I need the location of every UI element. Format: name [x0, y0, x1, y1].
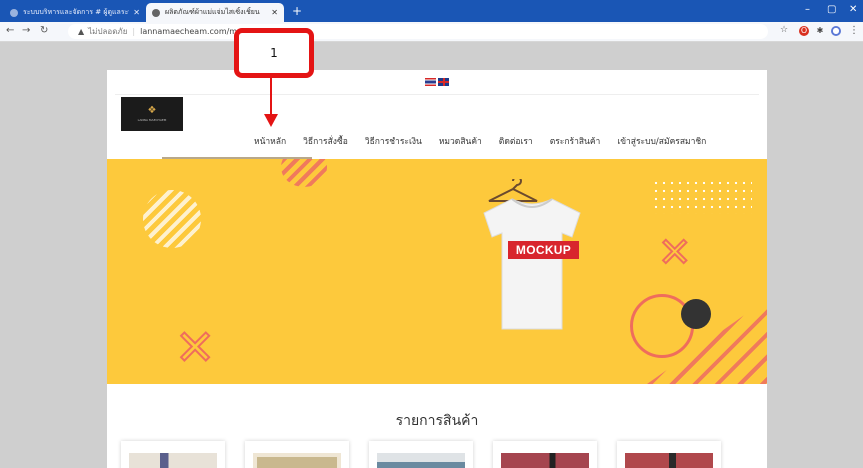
logo-text: LANNA MAECHAEM	[137, 118, 167, 122]
product-card[interactable]	[121, 441, 225, 468]
back-icon[interactable]: ←	[6, 25, 14, 36]
header-divider	[115, 94, 759, 95]
product-thumbnail	[625, 453, 713, 468]
site-favicon-icon	[10, 8, 18, 17]
product-thumbnail	[377, 453, 465, 468]
cross-decoration-icon: ✕	[657, 230, 692, 276]
close-window-button[interactable]: ✕	[849, 4, 857, 15]
main-menu: หน้าหลัก วิธีการสั่งซื้อ วิธีการชำระเงิน…	[254, 134, 706, 148]
warning-icon: ▲	[78, 27, 85, 36]
forward-icon[interactable]: →	[22, 25, 30, 36]
close-tab-icon[interactable]: ✕	[271, 8, 278, 17]
menu-dots-icon[interactable]: ⋮	[849, 25, 859, 36]
striped-circle-decoration	[143, 190, 201, 248]
address-bar[interactable]: ▲ ไม่ปลอดภัย | lannamaecheam.com/main	[68, 24, 768, 39]
address-bar-row: ← → ↻ ▲ ไม่ปลอดภัย | lannamaecheam.com/m…	[0, 22, 863, 42]
website-page: ❖ LANNA MAECHAEM หน้าหลัก วิธีการสั่งซื้…	[107, 70, 767, 468]
minimize-button[interactable]: –	[805, 4, 810, 15]
product-card[interactable]	[245, 441, 349, 468]
logo-mark-icon: ❖	[147, 105, 157, 116]
menu-item-categories[interactable]: หมวดสินค้า	[439, 134, 482, 148]
browser-tab-strip: ระบบบริหารและจัดการ # ผู้ดูแลระบบ ✕ ผลิต…	[0, 0, 863, 22]
url-text: lannamaecheam.com/main	[140, 27, 250, 36]
language-switcher	[425, 78, 449, 86]
menu-item-login-register[interactable]: เข้าสู่ระบบ/สมัครสมาชิก	[617, 134, 706, 148]
menu-item-payment[interactable]: วิธีการชำระเงิน	[365, 134, 422, 148]
annotation-callout: 1	[234, 28, 314, 78]
uk-flag-icon[interactable]	[438, 78, 449, 86]
new-tab-button[interactable]: +	[292, 4, 302, 18]
extensions-puzzle-icon[interactable]: ✱	[815, 26, 825, 36]
product-card[interactable]	[369, 441, 473, 468]
thai-flag-icon[interactable]	[425, 78, 436, 86]
close-tab-icon[interactable]: ✕	[133, 8, 140, 17]
product-card[interactable]	[493, 441, 597, 468]
menu-item-home[interactable]: หน้าหลัก	[254, 134, 286, 148]
products-section-title: รายการสินค้า	[395, 413, 479, 429]
browser-tab-shop[interactable]: ผลิตภัณฑ์ผ้าแม่แจ่มไสเซิ้งเชิ้ยน ✕	[146, 3, 284, 22]
annotation-number: 1	[270, 46, 278, 60]
separator: |	[132, 27, 136, 36]
opera-extension-icon[interactable]: O	[799, 26, 809, 36]
hero-banner: ✕ ✕ MOCKUP	[107, 159, 767, 384]
annotation-arrow-line	[270, 78, 272, 117]
product-thumbnail	[501, 453, 589, 468]
ball-decoration	[681, 299, 711, 329]
tab-title: ระบบบริหารและจัดการ # ผู้ดูแลระบบ	[23, 8, 130, 16]
browser-tab-admin[interactable]: ระบบบริหารและจัดการ # ผู้ดูแลระบบ ✕	[4, 3, 146, 22]
menu-item-cart[interactable]: ตระกร้าสินค้า	[550, 134, 601, 148]
annotation-arrow-head-icon	[264, 114, 278, 127]
menu-item-how-to-order[interactable]: วิธีการสั่งซื้อ	[303, 134, 348, 148]
product-card[interactable]	[617, 441, 721, 468]
security-label: ไม่ปลอดภัย	[88, 27, 128, 36]
striped-circle-decoration	[281, 159, 327, 187]
mockup-label: MOCKUP	[508, 241, 579, 259]
product-thumbnail	[253, 453, 341, 468]
globe-icon	[152, 8, 160, 17]
star-icon[interactable]: ☆	[780, 25, 788, 35]
tab-title: ผลิตภัณฑ์ผ้าแม่แจ่มไสเซิ้งเชิ้ยน	[165, 8, 260, 16]
tshirt-image	[483, 198, 581, 330]
menu-item-contact[interactable]: ติดต่อเรา	[499, 134, 533, 148]
maximize-button[interactable]: ▢	[827, 4, 836, 15]
reload-icon[interactable]: ↻	[40, 25, 48, 36]
cross-decoration-icon: ✕	[174, 320, 216, 376]
product-thumbnail	[129, 453, 217, 468]
site-logo[interactable]: ❖ LANNA MAECHAEM	[121, 97, 183, 131]
dot-grid-decoration	[652, 179, 752, 214]
profile-avatar-icon[interactable]: ●	[831, 26, 841, 36]
